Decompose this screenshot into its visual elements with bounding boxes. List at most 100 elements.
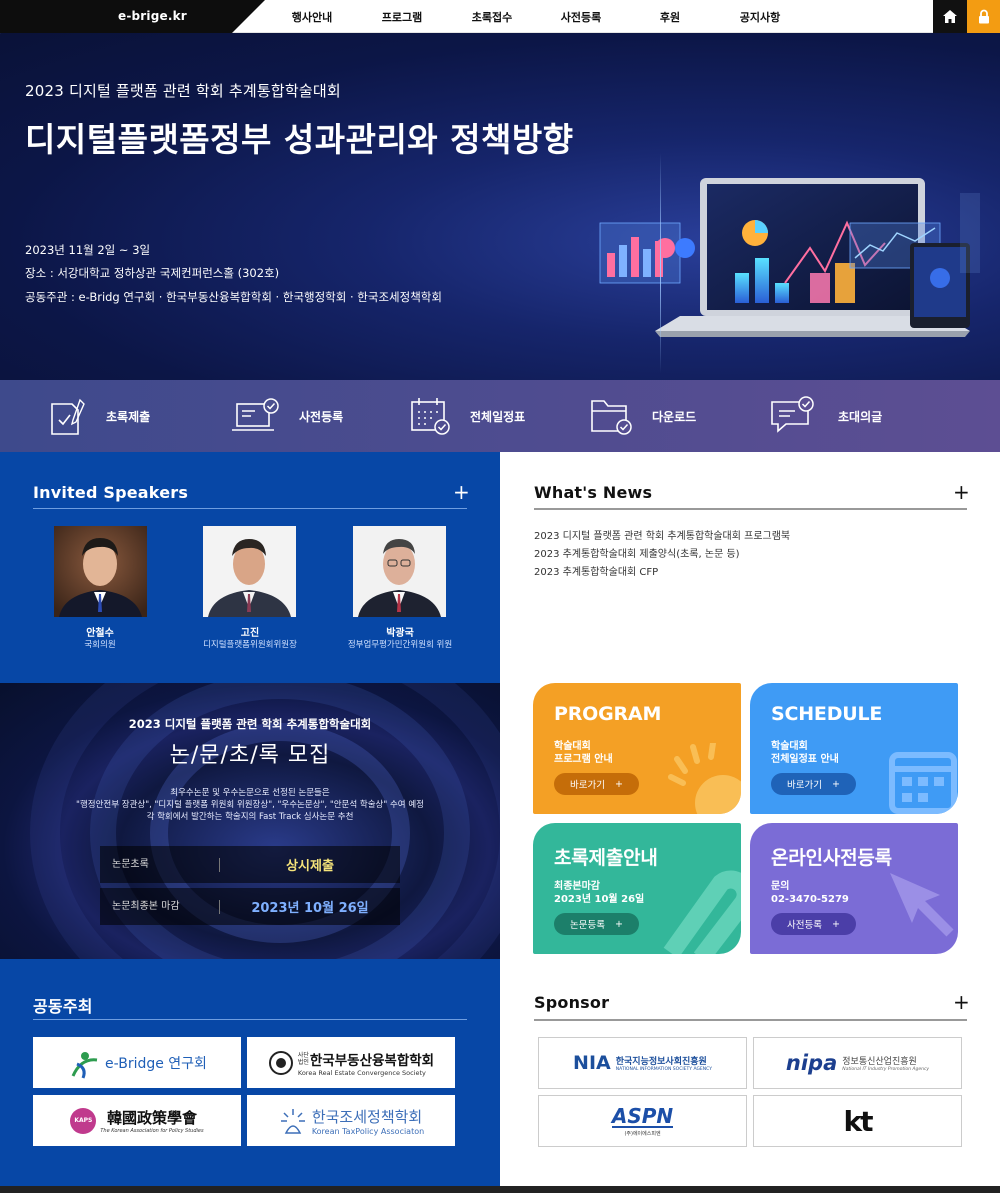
- tile-desc-line: 프로그램 안내: [554, 754, 613, 765]
- tile-desc-line: 문의: [771, 881, 790, 892]
- cfp-row-value: 2023년 10월 26일: [251, 901, 369, 916]
- program-go-button[interactable]: 바로가기 +: [554, 773, 639, 795]
- cohost-badge: 사단법인: [297, 1051, 309, 1066]
- speaker-name: 고진: [240, 628, 260, 639]
- home-button[interactable]: [933, 0, 967, 33]
- paper-register-button[interactable]: 논문등록 +: [554, 913, 639, 935]
- speakers-more-button[interactable]: +: [453, 482, 470, 502]
- speaker-photo[interactable]: [203, 526, 296, 617]
- quick-item-invitation[interactable]: 초대의글: [770, 380, 882, 452]
- site-logo[interactable]: e-brige.kr: [118, 9, 187, 23]
- cohost-name: 한국부동산융복합학회: [309, 1052, 435, 1069]
- cohost-sub: Korea Real Estate Convergence Society: [297, 1068, 426, 1077]
- quick-item-abstract[interactable]: 초록제출: [50, 380, 150, 452]
- sponsor-more-button[interactable]: +: [953, 992, 970, 1012]
- cfp-row-label: 논문초록: [100, 857, 220, 872]
- nav-item-notice[interactable]: 공지사항: [720, 9, 800, 25]
- sponsor-mark: ASPN: [611, 1103, 674, 1128]
- speaker-role: 국회의원: [84, 640, 116, 650]
- news-heading: What's News: [534, 483, 653, 502]
- online-registration-tile[interactable]: 온라인사전등록 문의 02-3470-5279 사전등록 +: [750, 823, 958, 954]
- tile-desc-line: 학술대회: [771, 741, 808, 752]
- login-button[interactable]: [967, 0, 1000, 33]
- cfp-description: "행정안전부 장관상", "디지털 플랫폼 위원회 위원장상", "우수논문상"…: [76, 800, 424, 810]
- chat-check-icon: [771, 396, 814, 433]
- folder-check-icon: [591, 400, 632, 435]
- cfp-row-label: 논문최종본 마감: [100, 899, 220, 914]
- schedule-tile[interactable]: SCHEDULE 학술대회 전체일정표 안내 바로가기 +: [750, 683, 958, 814]
- cfp-row-value: 상시제출: [286, 859, 334, 874]
- tax-society-emblem-icon: [280, 1108, 305, 1134]
- cohost-logo-realestate[interactable]: 사단법인 한국부동산융복합학회 Korea Real Estate Converg…: [247, 1037, 455, 1088]
- speaker-name: 박광국: [386, 628, 414, 639]
- sponsor-sub: NATIONAL INFORMATION SOCIETY AGENCY: [615, 1067, 712, 1072]
- cfp-description: 각 학회에서 발간하는 학술지의 Fast Track 심사논문 추천: [146, 812, 354, 822]
- sponsor-name: 정보통신산업진흥원: [842, 1057, 917, 1067]
- cohost-name: e-Bridge 연구회: [105, 1055, 207, 1072]
- plus-icon: +: [614, 778, 623, 790]
- sponsor-logo-nia[interactable]: NIA 한국지능정보사회진흥원 NATIONAL INFORMATION SOC…: [538, 1037, 747, 1089]
- society-seal-icon: [268, 1050, 293, 1075]
- cohost-logo-kaps[interactable]: KAPS 韓國政策學會 The Korean Association for P…: [33, 1095, 241, 1146]
- sponsor-mark: kt: [843, 1104, 873, 1138]
- calendar-icon: [889, 752, 957, 814]
- pre-register-button[interactable]: 사전등록 +: [771, 913, 856, 935]
- quick-item-download[interactable]: 다운로드: [590, 380, 696, 452]
- nav-item-program[interactable]: 프로그램: [362, 9, 442, 25]
- button-label: 바로가기: [787, 780, 822, 791]
- abstract-guide-tile[interactable]: 초록제출안내 최종본마감 2023년 10월 26일 논문등록 +: [533, 823, 741, 954]
- quick-label: 다운로드: [652, 409, 697, 424]
- quick-item-registration[interactable]: 사전등록: [231, 380, 343, 452]
- button-label: 바로가기: [570, 780, 605, 791]
- schedule-go-button[interactable]: 바로가기 +: [771, 773, 856, 795]
- news-item[interactable]: 2023 추계통합학술대회 제출양식(초록, 논문 등): [534, 545, 740, 560]
- plus-icon: +: [831, 918, 840, 930]
- cohost-logo-ebridge[interactable]: e-Bridge 연구회: [33, 1037, 241, 1088]
- sponsor-divider: [534, 1019, 967, 1021]
- speaker-photo[interactable]: [353, 526, 446, 617]
- cohost-name: 韓國政策學會: [106, 1109, 197, 1127]
- tile-desc-line: 학술대회: [554, 741, 591, 752]
- nav-item-registration[interactable]: 사전등록: [541, 9, 621, 25]
- hero-subtitle: 2023 디지털 플랫폼 관련 학회 추계통합학술대회: [25, 82, 341, 100]
- quick-item-schedule[interactable]: 전체일정표: [410, 380, 525, 452]
- tile-desc-line: 최종본마감: [554, 881, 600, 892]
- document-sign-icon: [51, 398, 85, 435]
- news-item[interactable]: 2023 추계통합학술대회 CFP: [534, 563, 658, 578]
- cfp-deadline-row: 논문최종본 마감 2023년 10월 26일: [100, 888, 400, 925]
- sponsor-name: 한국지능정보사회진흥원: [615, 1057, 707, 1067]
- sponsor-heading: Sponsor: [534, 993, 610, 1012]
- sponsor-logo-nipa[interactable]: nipa 정보통신산업진흥원 National IT Industry Prom…: [753, 1037, 962, 1089]
- cfp-title: 논/문/초/록 모집: [169, 743, 331, 768]
- news-item[interactable]: 2023 디지털 플랫폼 관련 학회 추계통합학술대회 프로그램북: [534, 527, 790, 542]
- tile-title: 초록제출안내: [554, 847, 658, 869]
- cohost-name: 한국조세정책학회: [311, 1107, 423, 1126]
- nav-item-event-info[interactable]: 행사안내: [272, 9, 352, 25]
- speaker-role: 정부업무평가민간위원회 위원: [347, 640, 453, 650]
- plus-icon: +: [614, 918, 623, 930]
- cfp-event-title: 2023 디지털 플랫폼 관련 학회 추계통합학술대회: [128, 717, 372, 731]
- tile-desc-line: 2023년 10월 26일: [554, 894, 645, 905]
- speaker-photo[interactable]: [54, 526, 147, 617]
- tile-desc-line: 전체일정표 안내: [771, 754, 839, 765]
- nav-item-abstract[interactable]: 초록접수: [452, 9, 532, 25]
- cohost-sub: Korean TaxPolicy Associaton: [311, 1126, 425, 1136]
- sponsor-logo-aspn[interactable]: ASPN (주)에이에스피엔: [538, 1095, 747, 1147]
- plus-icon: +: [831, 778, 840, 790]
- kaps-badge: KAPS: [70, 1107, 97, 1134]
- news-more-button[interactable]: +: [953, 482, 970, 502]
- cohost-heading: 공동주최: [33, 997, 93, 1016]
- quick-label: 초대의글: [838, 409, 883, 424]
- ebridge-mark-icon: [71, 1051, 98, 1079]
- cursor-click-icon: [890, 873, 954, 937]
- lock-icon: [978, 9, 989, 24]
- speakers-divider: [33, 508, 467, 509]
- program-tile[interactable]: PROGRAM 학술대회 프로그램 안내 바로가기 +: [533, 683, 741, 814]
- sponsor-sub: National IT Industry Promotion Agency: [842, 1067, 930, 1072]
- cfp-description: 최우수논문 및 우수논문으로 선정된 논문들은: [170, 788, 330, 798]
- cohost-logo-taxpolicy[interactable]: 한국조세정책학회 Korean TaxPolicy Associaton: [247, 1095, 455, 1146]
- nav-item-sponsor[interactable]: 후원: [630, 9, 710, 25]
- paperclip-icon: [663, 870, 741, 954]
- sponsor-logo-kt[interactable]: kt: [753, 1095, 962, 1147]
- sponsor-mark: nipa: [785, 1051, 838, 1075]
